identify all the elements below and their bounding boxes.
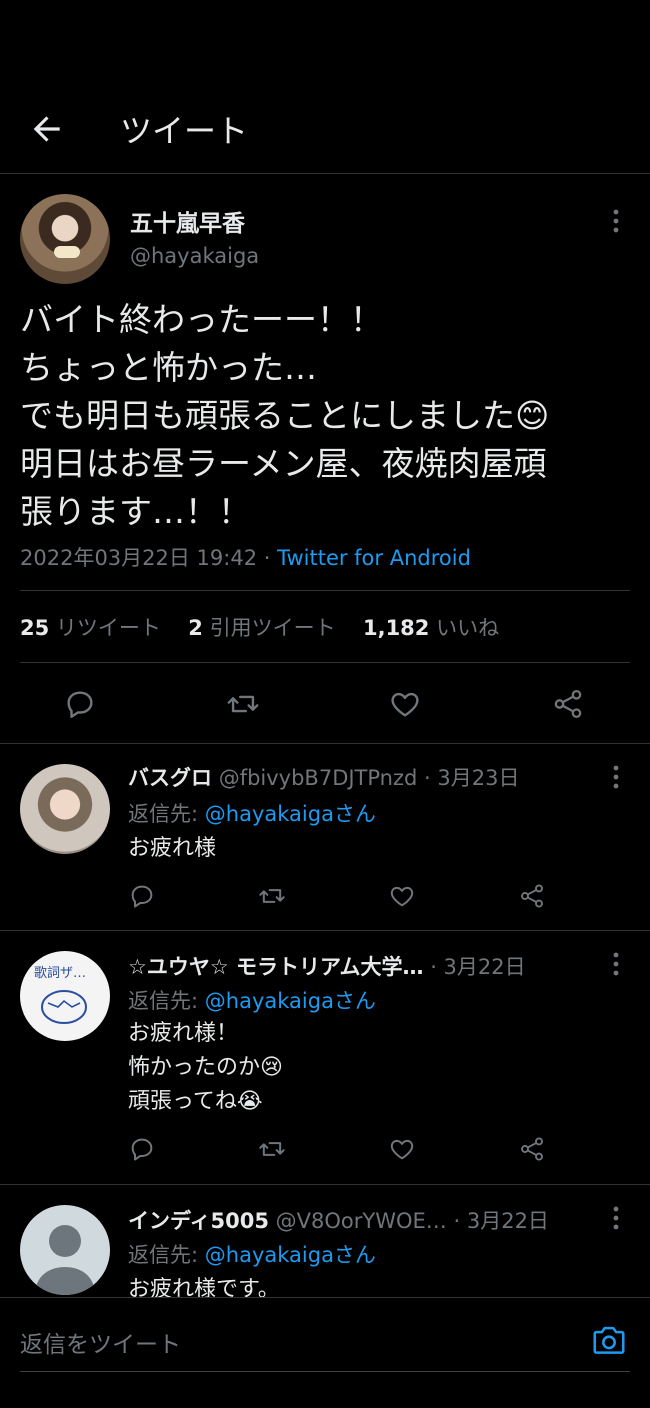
composer-underline — [20, 1371, 630, 1372]
camera-icon — [593, 1326, 625, 1354]
more-icon — [613, 952, 619, 976]
reply-avatar[interactable] — [20, 764, 110, 854]
quotes-label: 引用ツイート — [209, 616, 336, 640]
reply-avatar[interactable] — [20, 1205, 110, 1295]
like-button[interactable] — [388, 687, 422, 725]
header-divider — [0, 173, 650, 174]
retweets-stat[interactable]: 25 リツイート — [20, 616, 161, 640]
tweet-meta: 2022年03月22日 19:42 · Twitter for Android — [20, 542, 471, 572]
reply-to-line: 返信先: @hayakaigaさん — [128, 985, 376, 1015]
quotes-stat[interactable]: 2 引用ツイート — [188, 616, 335, 640]
like-icon — [390, 1139, 414, 1160]
back-arrow-icon — [33, 116, 60, 142]
reply-like-button[interactable] — [388, 1135, 416, 1167]
likes-stat[interactable]: 1,182 いいね — [363, 616, 499, 640]
tweet-text-line: でも明日も頑張ることにしました😊 — [20, 396, 550, 435]
back-button[interactable] — [28, 110, 66, 148]
timestamp[interactable]: 2022年03月22日 19:42 · — [20, 546, 277, 570]
tweet-text-line: バイト終わったーー！！ — [20, 300, 383, 339]
reply-to-prefix: 返信先: — [128, 989, 205, 1013]
reply-date[interactable]: · 3月22日 — [454, 1209, 549, 1233]
reply-icon — [131, 885, 153, 908]
reply-to-line: 返信先: @hayakaigaさん — [128, 798, 376, 828]
reply-to-link[interactable]: @hayakaigaさん — [205, 1243, 376, 1267]
reply-to-line: 返信先: @hayakaigaさん — [128, 1239, 376, 1269]
reply-icon — [131, 1138, 153, 1161]
likes-count: 1,182 — [362, 616, 430, 640]
default-avatar-icon — [35, 1225, 95, 1295]
share-icon — [554, 689, 582, 719]
like-icon — [390, 886, 414, 907]
quotes-count: 2 — [188, 616, 203, 640]
page-title: ツイート — [120, 112, 249, 150]
more-icon — [613, 209, 619, 233]
reply-avatar[interactable]: 歌詞ザ… — [20, 951, 110, 1041]
reply-tweet[interactable]: インディ5005 @V8OorYWOE… · 3月22日 返信先: @hayak… — [0, 1185, 650, 1297]
svg-text:歌詞ザ…: 歌詞ザ… — [34, 966, 86, 981]
reply-more-button[interactable] — [606, 1205, 626, 1235]
more-button[interactable] — [606, 208, 626, 238]
author-name[interactable]: 五十嵐早香 — [130, 204, 245, 238]
retweets-count: 25 — [20, 616, 50, 640]
tweet-text-line: 張ります…！！ — [20, 492, 251, 531]
sketch-avatar-drawing: 歌詞ザ… — [34, 966, 87, 1024]
reply-header: ☆ユウヤ☆ モラトリアム大学… · 3月22日 — [128, 951, 526, 981]
reply-reply-button[interactable] — [128, 882, 156, 914]
reply-input[interactable]: 返信をツイート — [20, 1325, 560, 1359]
retweets-label: リツイート — [55, 616, 161, 640]
tweet-text-line: 明日はお昼ラーメン屋、夜焼肉屋頑 — [20, 444, 547, 483]
reply-name[interactable]: バスグロ — [128, 766, 212, 790]
share-icon — [521, 1137, 543, 1161]
reply-date[interactable]: · 3月22日 — [430, 955, 525, 979]
reply-to-link[interactable]: @hayakaigaさん — [205, 802, 376, 826]
author-avatar[interactable] — [20, 194, 110, 284]
meta-divider — [20, 590, 630, 591]
author-handle[interactable]: @hayakaiga — [130, 244, 259, 268]
composer-divider — [0, 1297, 650, 1298]
reply-more-button[interactable] — [606, 951, 626, 981]
tweet-text-line: ちょっと怖かった… — [20, 348, 317, 387]
camera-button[interactable] — [590, 1321, 628, 1363]
reply-composer: 返信をツイート — [0, 1297, 650, 1408]
reply-handle[interactable]: @V8OorYWOE… — [276, 1209, 447, 1233]
reply-reply-button[interactable] — [128, 1135, 156, 1167]
more-icon — [613, 765, 619, 789]
retweet-icon — [227, 695, 259, 713]
share-icon — [521, 884, 543, 908]
tweet-stats: 25 リツイート 2 引用ツイート 1,182 いいね — [20, 612, 499, 642]
reply-button[interactable] — [63, 687, 97, 725]
reply-text: お疲れ様 — [128, 836, 217, 861]
reply-text: お疲れ様です。 — [128, 1277, 280, 1297]
tweet-text: バイト終わったーー！！ ちょっと怖かった… でも明日も頑張ることにしました😊 明… — [20, 296, 635, 536]
reply-header: インディ5005 @V8OorYWOE… · 3月22日 — [128, 1205, 549, 1235]
like-icon — [391, 692, 419, 717]
reply-share-button[interactable] — [518, 1135, 546, 1167]
reply-date[interactable]: · 3月23日 — [424, 766, 519, 790]
likes-label: いいね — [436, 616, 500, 640]
reply-like-button[interactable] — [388, 882, 416, 914]
reply-retweet-button[interactable] — [258, 1135, 286, 1167]
reply-retweet-button[interactable] — [258, 882, 286, 914]
reply-name[interactable]: ☆ユウヤ☆ モラトリアム大学… — [128, 955, 424, 979]
reply-to-prefix: 返信先: — [128, 1243, 205, 1267]
reply-more-button[interactable] — [606, 764, 626, 794]
reply-handle[interactable]: @fbivybB7DJTPnzd — [219, 766, 418, 790]
stats-divider — [20, 662, 630, 663]
reply-share-button[interactable] — [518, 882, 546, 914]
share-button[interactable] — [551, 687, 585, 725]
retweet-icon — [259, 1142, 285, 1156]
reply-name[interactable]: インディ5005 — [128, 1209, 269, 1233]
more-icon — [613, 1206, 619, 1230]
reply-text: お疲れ様！ 怖かったのか😢 頑張ってね😭 — [128, 1021, 283, 1114]
reply-header: バスグロ @fbivybB7DJTPnzd · 3月23日 — [128, 762, 519, 792]
reply-to-prefix: 返信先: — [128, 802, 205, 826]
source-link[interactable]: Twitter for Android — [277, 546, 471, 570]
reply-icon — [67, 691, 93, 718]
reply-tweet[interactable]: 歌詞ザ… ☆ユウヤ☆ モラトリアム大学… · 3月22日 返信先: @hayak… — [0, 931, 650, 1183]
retweet-button[interactable] — [226, 687, 260, 725]
reply-to-link[interactable]: @hayakaigaさん — [205, 989, 376, 1013]
reply-tweet[interactable]: バスグロ @fbivybB7DJTPnzd · 3月23日 返信先: @haya… — [0, 744, 650, 930]
retweet-icon — [259, 889, 285, 903]
